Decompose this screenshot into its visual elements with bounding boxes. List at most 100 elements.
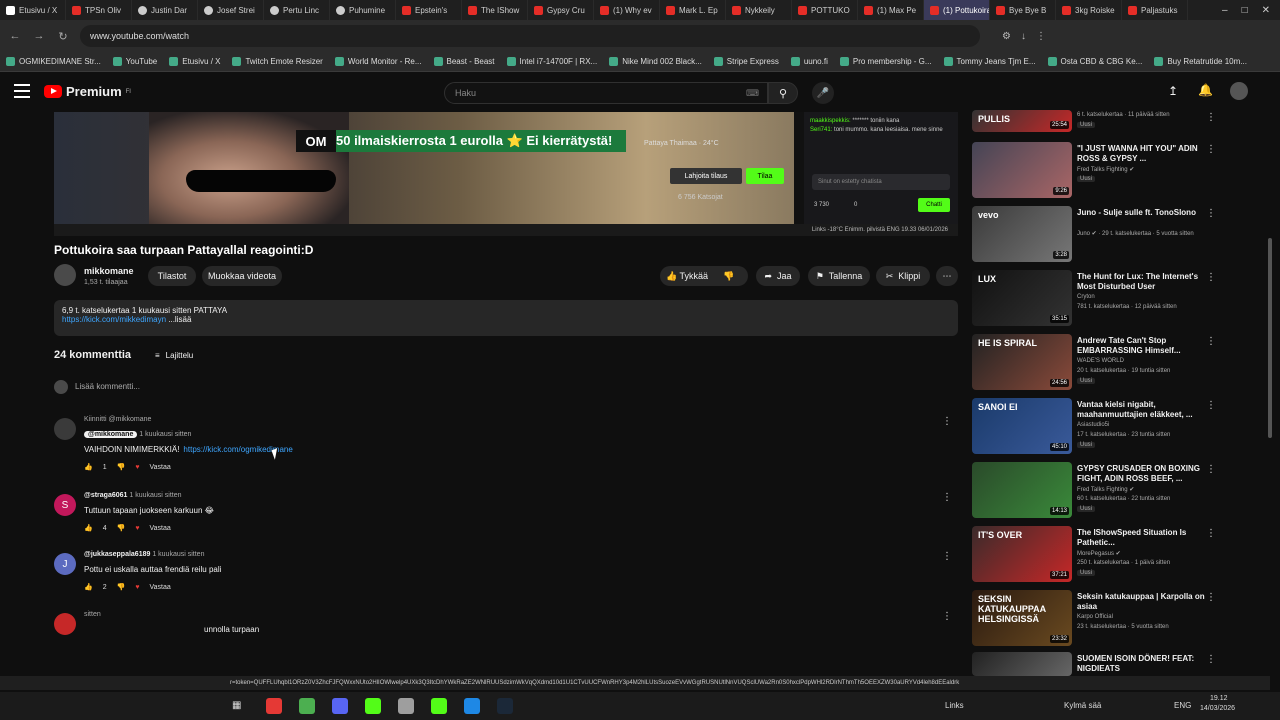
minimize-icon[interactable]: – xyxy=(1222,5,1228,16)
comment-time[interactable]: 1 kuukausi sitten xyxy=(152,551,204,558)
comment-like-icon[interactable]: 👍 xyxy=(84,583,93,591)
bookmark-item[interactable]: Intel i7-14700F | RX... xyxy=(506,57,597,66)
video-thumbnail[interactable]: LUX 35:15 xyxy=(972,270,1072,326)
bookmark-item[interactable]: Nike Mind 002 Black... xyxy=(609,57,702,66)
discord-icon[interactable] xyxy=(332,698,348,714)
comment-dislike-icon[interactable]: 👎 xyxy=(117,463,126,471)
browser-tab[interactable]: 3kg Roiske xyxy=(1056,0,1122,20)
back-icon[interactable]: ← xyxy=(8,30,22,42)
channel-avatar[interactable] xyxy=(54,264,76,286)
recommended-more-icon[interactable]: ⋮ xyxy=(1206,464,1216,475)
notifications-bell-icon[interactable]: 🔔 xyxy=(1198,83,1213,97)
recommended-video[interactable]: LUX 35:15 The Hunt for Lux: The Internet's… xyxy=(972,270,1222,330)
url-field[interactable]: www.youtube.com/watch xyxy=(80,25,980,47)
recommended-more-icon[interactable]: ⋮ xyxy=(1206,208,1216,219)
reply-button[interactable]: Vastaa xyxy=(150,464,171,471)
browser-tab[interactable]: Josef Strei xyxy=(198,0,264,20)
clip-button[interactable]: ✂ Klippi xyxy=(876,266,930,286)
edit-video-button[interactable]: Muokkaa videota xyxy=(202,266,282,286)
comment-time[interactable]: 1 kuukausi sitten xyxy=(129,492,181,499)
forward-icon[interactable]: → xyxy=(32,30,46,42)
recommended-more-icon[interactable]: ⋮ xyxy=(1206,528,1216,539)
search-input[interactable]: Haku ⌨ xyxy=(444,82,768,104)
recommended-more-icon[interactable]: ⋮ xyxy=(1206,112,1216,123)
browser-tab[interactable]: Epstein's xyxy=(396,0,462,20)
stats-button[interactable]: Tilastot xyxy=(148,266,196,286)
comment-more-icon[interactable]: ⋮ xyxy=(942,492,952,503)
comment-avatar[interactable] xyxy=(54,418,76,440)
steam-icon[interactable] xyxy=(497,698,513,714)
comment-avatar[interactable]: J xyxy=(54,553,76,575)
browser-tab[interactable]: Paljastuks xyxy=(1122,0,1188,20)
recommended-video[interactable]: vevo 3:28 Juno - Sulje sulle ft. TonoSlono… xyxy=(972,206,1222,266)
video-thumbnail[interactable]: SANOI EI 45:10 xyxy=(972,398,1072,454)
browser-tab[interactable]: Etusivu / X xyxy=(0,0,66,20)
like-button[interactable]: 👍 Tykkää xyxy=(666,271,708,282)
stream-icon[interactable] xyxy=(431,698,447,714)
browser-tab[interactable]: Nykkeily xyxy=(726,0,792,20)
recommended-video[interactable]: 14:13 GYPSY CRUSADER ON BOXING FIGHT, ADI… xyxy=(972,462,1222,522)
keyboard-icon[interactable]: ⌨ xyxy=(746,88,759,99)
video-thumbnail[interactable]: 14:13 xyxy=(972,462,1072,518)
bookmark-item[interactable]: Osta CBD & CBG Ke... xyxy=(1047,57,1142,66)
browser-tab[interactable]: TPSn Oliv xyxy=(66,0,132,20)
bookmark-item[interactable]: OGMIKEDIMANE Str... xyxy=(6,57,101,66)
comment-author[interactable]: @straga6061 xyxy=(84,492,127,499)
video-thumbnail[interactable]: IT'S OVER 37:21 xyxy=(972,526,1072,582)
bookmark-item[interactable]: Beast - Beast xyxy=(433,57,495,66)
comment-avatar[interactable] xyxy=(54,613,76,635)
browser-tab[interactable]: (1) Max Pe xyxy=(858,0,924,20)
recommended-more-icon[interactable]: ⋮ xyxy=(1206,400,1216,411)
bookmark-item[interactable]: Buy Retatrutide 10m... xyxy=(1154,57,1247,66)
app-icon[interactable] xyxy=(299,698,315,714)
reply-button[interactable]: Vastaa xyxy=(150,525,171,532)
close-icon[interactable]: ✕ xyxy=(1262,5,1270,16)
menu-icon[interactable]: ⋮ xyxy=(1036,31,1046,42)
recommended-video[interactable]: SEKSIN KATUKAUPPAA HELSINGISSÄ 23:32 Seksi… xyxy=(972,590,1222,650)
recommended-video[interactable]: SANOI EI 45:10 Vantaa kielsi nigabit, maah… xyxy=(972,398,1222,458)
task-view-icon[interactable]: ▦ xyxy=(232,700,241,711)
recommended-more-icon[interactable]: ⋮ xyxy=(1206,272,1216,283)
video-thumbnail[interactable]: vevo 3:28 xyxy=(972,206,1072,262)
video-thumbnail[interactable]: HE IS SPIRAL 24:56 xyxy=(972,334,1072,390)
comment-dislike-icon[interactable]: 👎 xyxy=(117,524,126,532)
browser-tab[interactable]: Bye Bye B xyxy=(990,0,1056,20)
download-icon[interactable]: ↓ xyxy=(1021,31,1026,42)
upload-icon[interactable]: ↥ xyxy=(1168,84,1178,98)
dislike-icon[interactable]: 👎 xyxy=(723,271,734,282)
more-actions-button[interactable]: ⋯ xyxy=(936,266,958,286)
video-thumbnail[interactable]: SEKSIN KATUKAUPPAA HELSINGISSÄ 23:32 xyxy=(972,590,1072,646)
comment-more-icon[interactable]: ⋮ xyxy=(942,416,952,427)
recommended-video[interactable]: 9:26 "I JUST WANNA HIT YOU" ADIN ROSS & G… xyxy=(972,142,1222,202)
scrollbar-thumb[interactable] xyxy=(1268,238,1272,438)
comment-time[interactable]: sitten xyxy=(84,611,101,618)
recommended-more-icon[interactable]: ⋮ xyxy=(1206,144,1216,155)
share-button[interactable]: ➦ Jaa xyxy=(756,266,800,286)
recommended-video[interactable]: IT'S OVER 37:21 The IShowSpeed Situation I… xyxy=(972,526,1222,586)
add-comment-input[interactable]: Lisää kommentti... xyxy=(75,382,140,391)
comment-dislike-icon[interactable]: 👎 xyxy=(117,583,126,591)
recommended-video[interactable]: HE IS SPIRAL 24:56 Andrew Tate Can't Stop … xyxy=(972,334,1222,394)
kick-icon[interactable] xyxy=(365,698,381,714)
browser-icon[interactable] xyxy=(266,698,282,714)
maximize-icon[interactable]: □ xyxy=(1242,5,1248,16)
extension-icon[interactable]: ⚙ xyxy=(1002,31,1011,42)
browser-tab[interactable]: Justin Dar xyxy=(132,0,198,20)
hamburger-menu-icon[interactable] xyxy=(14,84,30,98)
recommended-more-icon[interactable]: ⋮ xyxy=(1206,592,1216,603)
bookmark-item[interactable]: Stripe Express xyxy=(713,57,779,66)
search-button[interactable]: ⚲ xyxy=(768,82,798,104)
page-scrollbar[interactable] xyxy=(1268,112,1274,676)
video-thumbnail[interactable]: PULLIS 25:54 xyxy=(972,110,1072,132)
bookmark-item[interactable]: Twitch Emote Resizer xyxy=(232,57,323,66)
recommended-more-icon[interactable]: ⋮ xyxy=(1206,336,1216,347)
video-player[interactable]: 50 ilmaiskierrosta 1 eurolla ⭐ Ei kierrä… xyxy=(54,112,958,236)
comment-more-icon[interactable]: ⋮ xyxy=(942,611,952,622)
description-link[interactable]: https://kick.com/mikkedimayn xyxy=(62,315,166,324)
reply-button[interactable]: Vastaa xyxy=(150,584,171,591)
comment-like-icon[interactable]: 👍 xyxy=(84,463,93,471)
bookmark-item[interactable]: Pro membership - G... xyxy=(839,57,932,66)
comment-avatar[interactable]: S xyxy=(54,494,76,516)
channel-name[interactable]: mikkomane xyxy=(84,266,134,276)
save-button[interactable]: ⚑ Tallenna xyxy=(808,266,870,286)
